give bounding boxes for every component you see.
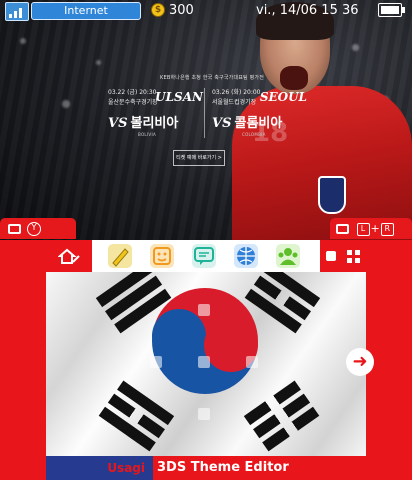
match-city: ULSAN bbox=[155, 90, 203, 104]
settings-tab[interactable] bbox=[46, 240, 92, 272]
app-slot[interactable] bbox=[198, 408, 210, 420]
opponent-name: 콜롬비아 bbox=[234, 116, 283, 131]
layout-tab[interactable] bbox=[320, 240, 366, 272]
play-coin-icon: $ bbox=[151, 3, 165, 17]
dock-bar bbox=[46, 240, 366, 272]
internet-status: Internet bbox=[31, 2, 141, 20]
divider bbox=[204, 88, 205, 138]
app-slot[interactable] bbox=[198, 356, 210, 368]
friends-icon[interactable] bbox=[276, 244, 300, 268]
l-button-icon: L bbox=[356, 222, 370, 236]
footer-title: 3DS Theme Editor bbox=[153, 456, 366, 480]
match-card-seoul: 03.26 (화) 20:00 서울월드컵경기장 SEOUL VS 콜롬비아 CO… bbox=[212, 87, 307, 137]
vs-label: VS bbox=[108, 116, 128, 131]
r-button-icon: R bbox=[380, 222, 394, 236]
match-card-ulsan: 03.22 (금) 20:30 울산문수축구경기장 ULSAN VS 볼리비아 B… bbox=[108, 87, 203, 137]
camera-shortcut-left[interactable]: Y bbox=[0, 218, 76, 239]
grid-icon[interactable] bbox=[347, 249, 361, 263]
pencil-icon[interactable] bbox=[108, 244, 132, 268]
opponent-english: BOLIVIA bbox=[138, 132, 156, 137]
app-slot[interactable] bbox=[150, 356, 162, 368]
battery-icon bbox=[378, 3, 405, 17]
status-bar: Internet $ 300 vi., 14/06 15 36 bbox=[0, 0, 412, 22]
home-menu bbox=[46, 240, 366, 480]
signal-strength-icon bbox=[5, 2, 29, 21]
overlay bbox=[0, 0, 412, 240]
opponent-english: COLOMBIA bbox=[242, 132, 266, 137]
bottom-screen: ➜ Usagi 3DS Theme Editor bbox=[0, 240, 412, 480]
camera-icon bbox=[336, 224, 349, 234]
match-opponent: VS 볼리비아 bbox=[108, 112, 203, 131]
camera-icon bbox=[8, 224, 21, 234]
taegeuk-blue-lobe bbox=[152, 309, 206, 363]
stop-icon[interactable] bbox=[326, 251, 336, 261]
home-settings-icon[interactable] bbox=[57, 248, 80, 264]
scroll-right-icon[interactable]: ➜ bbox=[346, 348, 374, 376]
app-slot[interactable] bbox=[246, 356, 258, 368]
top-screen: 18 KEB하나은행 초청 한국 축구국가대표팀 평가전 03.22 (금) 2… bbox=[0, 0, 412, 240]
plus-label: + bbox=[370, 222, 380, 235]
y-button-icon: Y bbox=[27, 222, 41, 236]
footer-banner: Usagi 3DS Theme Editor bbox=[46, 456, 366, 480]
message-icon[interactable] bbox=[192, 244, 216, 268]
app-slot[interactable] bbox=[198, 304, 210, 316]
korean-flag-background bbox=[46, 262, 366, 456]
opponent-name: 볼리비아 bbox=[130, 116, 179, 131]
camera-shortcut-right[interactable]: L + R bbox=[330, 218, 412, 239]
match-opponent: VS 콜롬비아 bbox=[212, 112, 307, 131]
date-time: vi., 14/06 15 36 bbox=[256, 3, 359, 18]
footer-brand: Usagi bbox=[46, 456, 153, 480]
globe-icon[interactable] bbox=[234, 244, 258, 268]
trigram-gon bbox=[243, 380, 322, 456]
trigram-ri bbox=[96, 380, 175, 456]
match-city: SEOUL bbox=[259, 90, 307, 104]
play-coin-count: 300 bbox=[169, 3, 194, 18]
vs-label: VS bbox=[212, 116, 232, 131]
ticket-button[interactable]: 티켓 예매 바로가기 > bbox=[173, 150, 225, 166]
face-icon[interactable] bbox=[150, 244, 174, 268]
banner-header: KEB하나은행 초청 한국 축구국가대표팀 평가전 bbox=[160, 75, 265, 81]
